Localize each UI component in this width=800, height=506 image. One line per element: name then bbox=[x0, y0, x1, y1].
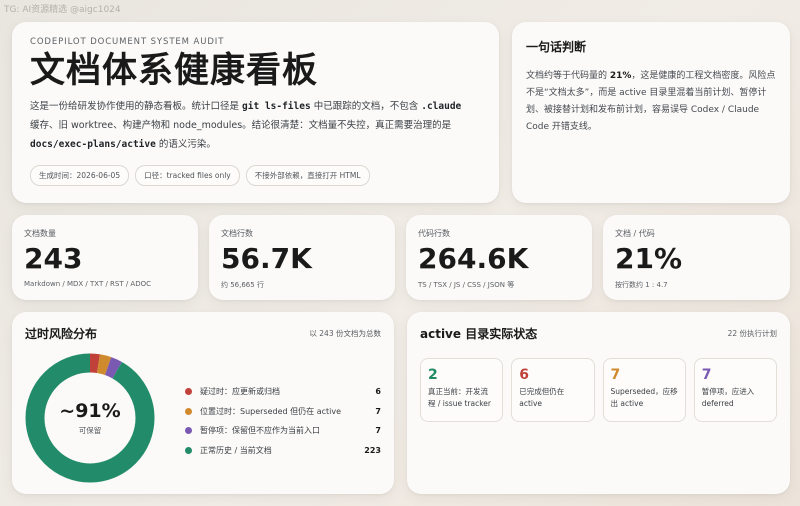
desc-code-claude: .claude bbox=[421, 101, 462, 112]
stat-label: 文档数量 bbox=[24, 229, 56, 238]
active-header: active 目录实际状态 22 份执行计划 bbox=[420, 325, 777, 342]
desc-text-2: 中已跟踪的文档，不包含 bbox=[310, 101, 422, 112]
stat-doc-count: 文档数量 243 Markdown / MDX / TXT / RST / AD… bbox=[12, 215, 198, 300]
stat-sub: 按行数约 1 : 4.7 bbox=[615, 281, 668, 289]
risk-legend: 疑过时：应更新或归档 6 位置过时：Superseded 但仍在 active … bbox=[185, 382, 381, 460]
risk-distribution-card: 过时风险分布 以 243 份文档为总数 ~91% 可保留 疑过时：应更新或归档 … bbox=[12, 312, 394, 494]
donut-label: 可保留 bbox=[78, 426, 102, 435]
pill-no-deps: 不接外部依赖，直接打开 HTML bbox=[245, 165, 370, 186]
stat-sub: 约 56,665 行 bbox=[221, 281, 264, 289]
donut-center: ~91% 可保留 bbox=[24, 352, 156, 484]
desc-text-3: 缓存、旧 worktree、构建产物和 node_modules。结论很清楚：文… bbox=[30, 120, 452, 131]
watermark: TG: AI资源精选 @aigc1024 bbox=[4, 5, 121, 15]
tile-count: 6 bbox=[519, 367, 529, 383]
risk-header: 过时风险分布 以 243 份文档为总数 bbox=[25, 325, 381, 342]
tile-completed: 6 已完成但仍在 active bbox=[511, 358, 595, 422]
desc-code-active: docs/exec-plans/active bbox=[30, 139, 156, 150]
stat-value: 264.6K bbox=[418, 242, 529, 275]
legend-dot bbox=[185, 388, 192, 396]
desc-code-git: git ls-files bbox=[242, 101, 311, 112]
stat-value: 56.7K bbox=[221, 242, 312, 275]
active-note: 22 份执行计划 bbox=[727, 329, 777, 338]
risk-title: 过时风险分布 bbox=[25, 327, 98, 341]
legend-count: 7 bbox=[375, 426, 381, 436]
legend-label: 正常历史 / 当前文档 bbox=[200, 445, 272, 455]
pill-generated-time: 生成时间：2026-06-05 bbox=[30, 165, 130, 186]
page-title: 文档体系健康看板 bbox=[30, 51, 319, 91]
legend-count: 6 bbox=[375, 387, 381, 397]
tile-current: 2 真正当前：开发流程 / issue tracker bbox=[420, 358, 504, 422]
legend-label: 位置过时：Superseded 但仍在 active bbox=[200, 406, 342, 416]
verdict-ratio: 21% bbox=[609, 71, 632, 81]
hero-card: CODEPILOT DOCUMENT SYSTEM AUDIT 文档体系健康看板… bbox=[12, 22, 499, 203]
tile-count: 7 bbox=[701, 367, 712, 383]
active-title: active 目录实际状态 bbox=[420, 327, 538, 341]
legend-count: 7 bbox=[375, 406, 381, 416]
verdict-text-1: 文档约等于代码量的 bbox=[526, 71, 610, 81]
verdict-text: 文档约等于代码量的 21%，这是健康的工程文档密度。风险点不是“文档太多”，而是… bbox=[526, 68, 776, 136]
legend-dot bbox=[185, 427, 192, 435]
tile-count: 2 bbox=[428, 367, 438, 383]
pill-scope: 口径：tracked files only bbox=[135, 165, 240, 186]
legend-dot bbox=[185, 407, 192, 415]
stat-label: 代码行数 bbox=[418, 229, 450, 238]
stat-label: 文档行数 bbox=[221, 229, 253, 238]
tile-superseded: 7 Superseded，应移出 active bbox=[602, 358, 686, 422]
stat-doc-code-ratio: 文档 / 代码 21% 按行数约 1 : 4.7 bbox=[603, 215, 790, 300]
legend-label: 暂停项：保留但不应作为当前入口 bbox=[200, 426, 320, 436]
legend-item-misplaced: 位置过时：Superseded 但仍在 active 7 bbox=[185, 402, 381, 422]
tile-text: 真正当前：开发流程 / issue tracker bbox=[428, 387, 491, 408]
stat-sub: Markdown / MDX / TXT / RST / ADOC bbox=[24, 280, 151, 288]
meta-pills: 生成时间：2026-06-05 口径：tracked files only 不接… bbox=[30, 165, 481, 186]
legend-item-paused: 暂停项：保留但不应作为当前入口 7 bbox=[185, 421, 381, 441]
tile-text: 已完成但仍在 active bbox=[519, 387, 565, 408]
desc-text-4: 的语义污染。 bbox=[155, 139, 216, 150]
hero-description: 这是一份给研发协作使用的静态看板。统计口径是 git ls-files 中已跟踪… bbox=[30, 97, 481, 154]
desc-text-1: 这是一份给研发协作使用的静态看板。统计口径是 bbox=[30, 101, 243, 112]
tile-paused: 7 暂停项，应进入 deferred bbox=[693, 358, 777, 422]
legend-label: 疑过时：应更新或归档 bbox=[200, 387, 280, 397]
stat-code-lines: 代码行数 264.6K TS / TSX / JS / CSS / JSON 等 bbox=[406, 215, 592, 300]
stat-label: 文档 / 代码 bbox=[615, 229, 655, 238]
stat-doc-lines: 文档行数 56.7K 约 56,665 行 bbox=[209, 215, 395, 300]
tile-text: 暂停项，应进入 deferred bbox=[701, 387, 755, 408]
active-status-card: active 目录实际状态 22 份执行计划 2 真正当前：开发流程 / iss… bbox=[407, 312, 790, 494]
risk-note: 以 243 份文档为总数 bbox=[309, 329, 381, 338]
verdict-card: 一句话判断 文档约等于代码量的 21%，这是健康的工程文档密度。风险点不是“文档… bbox=[512, 22, 790, 203]
eyebrow: CODEPILOT DOCUMENT SYSTEM AUDIT bbox=[30, 37, 225, 47]
risk-donut-chart: ~91% 可保留 bbox=[24, 352, 156, 484]
legend-item-normal: 正常历史 / 当前文档 223 bbox=[185, 441, 381, 461]
legend-dot bbox=[185, 446, 192, 454]
stat-value: 21% bbox=[615, 242, 683, 275]
tile-count: 7 bbox=[610, 367, 621, 383]
active-tiles: 2 真正当前：开发流程 / issue tracker 6 已完成但仍在 act… bbox=[420, 358, 777, 422]
legend-item-stale: 疑过时：应更新或归档 6 bbox=[185, 382, 381, 402]
donut-value: ~91% bbox=[59, 400, 121, 422]
legend-count: 223 bbox=[364, 445, 381, 455]
stat-value: 243 bbox=[24, 242, 83, 275]
tile-text: Superseded，应移出 active bbox=[610, 387, 678, 408]
verdict-title: 一句话判断 bbox=[526, 40, 587, 54]
stat-sub: TS / TSX / JS / CSS / JSON 等 bbox=[418, 281, 515, 289]
